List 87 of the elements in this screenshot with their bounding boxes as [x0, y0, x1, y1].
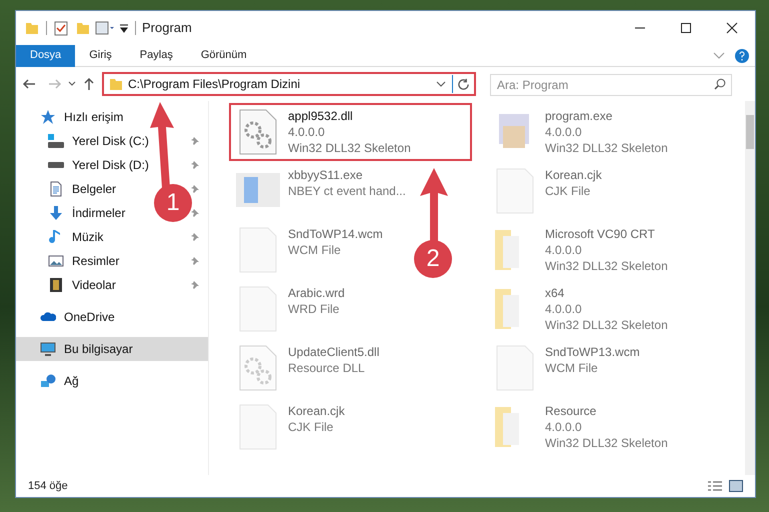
- file-detail: 4.0.0.0: [288, 124, 326, 140]
- details-view-icon[interactable]: [707, 480, 723, 492]
- pin-icon[interactable]: [190, 256, 200, 266]
- pin-icon[interactable]: [190, 280, 200, 290]
- ribbon-tab[interactable]: Görünüm: [186, 44, 261, 66]
- nav-item[interactable]: OneDrive: [64, 308, 115, 326]
- computer-icon: [40, 341, 56, 357]
- nav-item[interactable]: Resimler: [72, 252, 120, 270]
- file-detail: NBEY ct event hand...: [288, 183, 406, 199]
- file-name[interactable]: Resource: [545, 403, 668, 419]
- file-detail: Win32 DLL32 Skeleton: [545, 435, 668, 451]
- properties-checkmark-icon[interactable]: [53, 20, 69, 36]
- chevron-down-icon[interactable]: [713, 52, 725, 60]
- file-detail: Win32 DLL32 Skeleton: [545, 140, 668, 156]
- dropdown-caret-icon[interactable]: [119, 23, 129, 33]
- file-detail: 4.0.0.0: [545, 124, 583, 140]
- drive-icon: [48, 133, 64, 149]
- star-icon: [40, 109, 56, 125]
- network-globe-icon: [40, 373, 56, 389]
- search-field[interactable]: Ara: Program: [490, 74, 732, 96]
- file-detail: WCM File: [545, 360, 599, 376]
- file-detail: Win32 DLL32 Skeleton: [545, 317, 668, 333]
- file-detail: 4.0.0.0: [545, 419, 583, 435]
- file-detail: 4.0.0.0: [545, 242, 583, 258]
- ribbon-tab[interactable]: Paylaş: [126, 44, 187, 66]
- item-count: 154 öğe: [28, 478, 68, 494]
- address-path: C:\Program Files\Program Dizini: [128, 76, 300, 93]
- file-name[interactable]: UpdateClient5.dll: [288, 344, 380, 360]
- view-list-icon[interactable]: [95, 20, 115, 36]
- file-name[interactable]: x64: [545, 285, 668, 301]
- document-icon: [48, 181, 64, 197]
- file-detail: Win32 DLL32 Skeleton: [545, 258, 668, 274]
- file-name[interactable]: Microsoft VC90 CRT: [545, 226, 668, 242]
- back-arrow-icon[interactable]: [22, 77, 36, 91]
- refresh-icon[interactable]: [457, 78, 470, 90]
- film-icon: [48, 277, 64, 293]
- recent-caret-icon[interactable]: [68, 80, 76, 88]
- nav-item[interactable]: Ağ: [64, 372, 79, 390]
- up-arrow-icon[interactable]: [82, 77, 96, 91]
- file-detail: WRD File: [288, 301, 340, 317]
- scrollbar-thumb[interactable]: [746, 115, 754, 149]
- nav-item[interactable]: Videolar: [72, 276, 116, 294]
- file-detail: WCM File: [288, 242, 342, 258]
- help-icon[interactable]: [735, 48, 749, 62]
- maximize-icon: [681, 23, 691, 33]
- nav-item[interactable]: Müzik: [72, 228, 104, 246]
- file-detail: Win32 DLL32 Skeleton: [288, 140, 411, 156]
- nav-item[interactable]: Yerel Disk (D:): [72, 156, 149, 174]
- folder-icon: [495, 230, 519, 270]
- download-arrow-icon: [48, 205, 64, 221]
- file-name[interactable]: Korean.cjk: [288, 403, 345, 419]
- large-icons-view-icon[interactable]: [729, 480, 743, 492]
- file-name[interactable]: program.exe: [545, 108, 668, 124]
- address-bar[interactable]: C:\Program Files\Program Dizini: [102, 72, 476, 96]
- pin-icon[interactable]: [190, 136, 200, 146]
- file-name[interactable]: xbbyyS11.exe: [288, 167, 406, 183]
- drive-icon: [48, 162, 64, 168]
- picture-icon: [48, 253, 64, 269]
- file-name[interactable]: SndToWP13.wcm: [545, 344, 640, 360]
- file-name[interactable]: SndToWP14.wcm: [288, 226, 383, 242]
- folder-icon: [495, 289, 519, 329]
- folder-icon: [108, 76, 124, 92]
- close-icon: [726, 22, 738, 34]
- nav-item[interactable]: Belgeler: [72, 180, 116, 198]
- pin-icon[interactable]: [190, 232, 200, 242]
- file-name[interactable]: appl9532.dll: [288, 108, 411, 124]
- nav-item[interactable]: İndirmeler: [72, 204, 126, 222]
- pin-icon[interactable]: [190, 184, 200, 194]
- file-detail: 4.0.0.0: [545, 301, 583, 317]
- nav-item[interactable]: Hızlı erişim: [64, 108, 124, 126]
- search-icon: [714, 78, 726, 90]
- pin-icon[interactable]: [190, 160, 200, 170]
- folder-icon: [495, 407, 519, 447]
- pin-icon[interactable]: [190, 208, 200, 218]
- file-detail: CJK File: [288, 419, 334, 435]
- file-detail: Resource DLL: [288, 360, 366, 376]
- folder-icon: [75, 20, 91, 36]
- dropdown-caret-icon[interactable]: [436, 80, 446, 88]
- window-title: Program: [142, 19, 192, 38]
- nav-item[interactable]: Yerel Disk (C:): [72, 132, 149, 150]
- file-detail: CJK File: [545, 183, 592, 199]
- ribbon-tab[interactable]: Dosya: [16, 44, 76, 66]
- ribbon-tab[interactable]: Giriş: [75, 44, 126, 66]
- file-name[interactable]: Korean.cjk: [545, 167, 602, 183]
- scrollbar[interactable]: [745, 101, 755, 475]
- folder-icon: [24, 20, 40, 36]
- file-name[interactable]: Arabic.wrd: [288, 285, 345, 301]
